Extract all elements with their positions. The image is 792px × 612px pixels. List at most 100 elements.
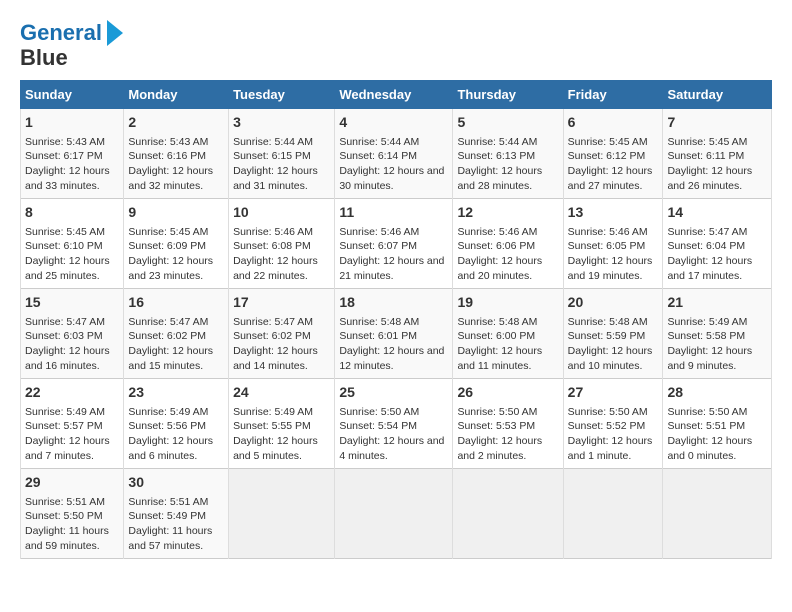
logo-blue: Blue	[20, 46, 123, 70]
cell-info: Sunrise: 5:46 AMSunset: 6:06 PMDaylight:…	[457, 225, 558, 284]
day-number: 18	[339, 293, 448, 313]
header-cell-thursday: Thursday	[453, 81, 563, 109]
day-cell: 20Sunrise: 5:48 AMSunset: 5:59 PMDayligh…	[563, 289, 663, 379]
cell-info: Sunrise: 5:47 AMSunset: 6:02 PMDaylight:…	[233, 315, 330, 374]
logo-arrow-icon	[107, 20, 123, 46]
page-header: General Blue	[20, 20, 772, 70]
day-cell: 28Sunrise: 5:50 AMSunset: 5:51 PMDayligh…	[663, 379, 772, 469]
day-number: 12	[457, 203, 558, 223]
cell-info: Sunrise: 5:50 AMSunset: 5:52 PMDaylight:…	[568, 405, 659, 464]
day-cell: 30Sunrise: 5:51 AMSunset: 5:49 PMDayligh…	[124, 469, 229, 559]
cell-info: Sunrise: 5:45 AMSunset: 6:10 PMDaylight:…	[25, 225, 119, 284]
day-number: 7	[667, 113, 767, 133]
day-cell: 4Sunrise: 5:44 AMSunset: 6:14 PMDaylight…	[335, 109, 453, 199]
day-number: 20	[568, 293, 659, 313]
day-cell: 23Sunrise: 5:49 AMSunset: 5:56 PMDayligh…	[124, 379, 229, 469]
day-number: 23	[128, 383, 224, 403]
day-number: 26	[457, 383, 558, 403]
week-row-3: 15Sunrise: 5:47 AMSunset: 6:03 PMDayligh…	[21, 289, 772, 379]
day-number: 29	[25, 473, 119, 493]
cell-info: Sunrise: 5:49 AMSunset: 5:57 PMDaylight:…	[25, 405, 119, 464]
cell-info: Sunrise: 5:45 AMSunset: 6:11 PMDaylight:…	[667, 135, 767, 194]
header-row: SundayMondayTuesdayWednesdayThursdayFrid…	[21, 81, 772, 109]
day-cell: 21Sunrise: 5:49 AMSunset: 5:58 PMDayligh…	[663, 289, 772, 379]
day-number: 28	[667, 383, 767, 403]
cell-info: Sunrise: 5:49 AMSunset: 5:58 PMDaylight:…	[667, 315, 767, 374]
day-cell: 26Sunrise: 5:50 AMSunset: 5:53 PMDayligh…	[453, 379, 563, 469]
logo-text: General	[20, 21, 102, 45]
day-cell: 15Sunrise: 5:47 AMSunset: 6:03 PMDayligh…	[21, 289, 124, 379]
cell-info: Sunrise: 5:44 AMSunset: 6:14 PMDaylight:…	[339, 135, 448, 194]
header-cell-saturday: Saturday	[663, 81, 772, 109]
cell-info: Sunrise: 5:47 AMSunset: 6:03 PMDaylight:…	[25, 315, 119, 374]
week-row-1: 1Sunrise: 5:43 AMSunset: 6:17 PMDaylight…	[21, 109, 772, 199]
day-cell	[563, 469, 663, 559]
header-cell-wednesday: Wednesday	[335, 81, 453, 109]
day-number: 27	[568, 383, 659, 403]
cell-info: Sunrise: 5:49 AMSunset: 5:56 PMDaylight:…	[128, 405, 224, 464]
calendar-table: SundayMondayTuesdayWednesdayThursdayFrid…	[20, 80, 772, 559]
day-number: 6	[568, 113, 659, 133]
cell-info: Sunrise: 5:43 AMSunset: 6:17 PMDaylight:…	[25, 135, 119, 194]
day-number: 4	[339, 113, 448, 133]
day-number: 30	[128, 473, 224, 493]
day-number: 2	[128, 113, 224, 133]
day-cell: 18Sunrise: 5:48 AMSunset: 6:01 PMDayligh…	[335, 289, 453, 379]
logo: General Blue	[20, 20, 123, 70]
week-row-2: 8Sunrise: 5:45 AMSunset: 6:10 PMDaylight…	[21, 199, 772, 289]
day-cell: 9Sunrise: 5:45 AMSunset: 6:09 PMDaylight…	[124, 199, 229, 289]
day-number: 1	[25, 113, 119, 133]
day-number: 13	[568, 203, 659, 223]
day-number: 8	[25, 203, 119, 223]
cell-info: Sunrise: 5:48 AMSunset: 6:01 PMDaylight:…	[339, 315, 448, 374]
cell-info: Sunrise: 5:50 AMSunset: 5:51 PMDaylight:…	[667, 405, 767, 464]
day-cell: 8Sunrise: 5:45 AMSunset: 6:10 PMDaylight…	[21, 199, 124, 289]
day-cell: 27Sunrise: 5:50 AMSunset: 5:52 PMDayligh…	[563, 379, 663, 469]
day-cell: 5Sunrise: 5:44 AMSunset: 6:13 PMDaylight…	[453, 109, 563, 199]
cell-info: Sunrise: 5:45 AMSunset: 6:09 PMDaylight:…	[128, 225, 224, 284]
logo-general: General	[20, 20, 102, 45]
cell-info: Sunrise: 5:46 AMSunset: 6:07 PMDaylight:…	[339, 225, 448, 284]
cell-info: Sunrise: 5:50 AMSunset: 5:54 PMDaylight:…	[339, 405, 448, 464]
cell-info: Sunrise: 5:47 AMSunset: 6:04 PMDaylight:…	[667, 225, 767, 284]
day-cell: 16Sunrise: 5:47 AMSunset: 6:02 PMDayligh…	[124, 289, 229, 379]
day-number: 15	[25, 293, 119, 313]
cell-info: Sunrise: 5:51 AMSunset: 5:49 PMDaylight:…	[128, 495, 224, 554]
day-number: 19	[457, 293, 558, 313]
day-cell: 6Sunrise: 5:45 AMSunset: 6:12 PMDaylight…	[563, 109, 663, 199]
cell-info: Sunrise: 5:46 AMSunset: 6:08 PMDaylight:…	[233, 225, 330, 284]
day-cell: 29Sunrise: 5:51 AMSunset: 5:50 PMDayligh…	[21, 469, 124, 559]
day-cell: 22Sunrise: 5:49 AMSunset: 5:57 PMDayligh…	[21, 379, 124, 469]
day-number: 24	[233, 383, 330, 403]
day-cell: 1Sunrise: 5:43 AMSunset: 6:17 PMDaylight…	[21, 109, 124, 199]
header-cell-monday: Monday	[124, 81, 229, 109]
cell-info: Sunrise: 5:47 AMSunset: 6:02 PMDaylight:…	[128, 315, 224, 374]
cell-info: Sunrise: 5:43 AMSunset: 6:16 PMDaylight:…	[128, 135, 224, 194]
day-cell	[229, 469, 335, 559]
cell-info: Sunrise: 5:44 AMSunset: 6:15 PMDaylight:…	[233, 135, 330, 194]
day-cell	[663, 469, 772, 559]
day-cell: 13Sunrise: 5:46 AMSunset: 6:05 PMDayligh…	[563, 199, 663, 289]
day-cell: 7Sunrise: 5:45 AMSunset: 6:11 PMDaylight…	[663, 109, 772, 199]
day-number: 17	[233, 293, 330, 313]
week-row-4: 22Sunrise: 5:49 AMSunset: 5:57 PMDayligh…	[21, 379, 772, 469]
day-number: 5	[457, 113, 558, 133]
day-number: 3	[233, 113, 330, 133]
day-cell: 3Sunrise: 5:44 AMSunset: 6:15 PMDaylight…	[229, 109, 335, 199]
week-row-5: 29Sunrise: 5:51 AMSunset: 5:50 PMDayligh…	[21, 469, 772, 559]
day-cell: 19Sunrise: 5:48 AMSunset: 6:00 PMDayligh…	[453, 289, 563, 379]
day-number: 22	[25, 383, 119, 403]
day-number: 21	[667, 293, 767, 313]
cell-info: Sunrise: 5:44 AMSunset: 6:13 PMDaylight:…	[457, 135, 558, 194]
day-cell	[335, 469, 453, 559]
day-cell: 24Sunrise: 5:49 AMSunset: 5:55 PMDayligh…	[229, 379, 335, 469]
cell-info: Sunrise: 5:49 AMSunset: 5:55 PMDaylight:…	[233, 405, 330, 464]
header-cell-sunday: Sunday	[21, 81, 124, 109]
day-number: 16	[128, 293, 224, 313]
day-cell: 10Sunrise: 5:46 AMSunset: 6:08 PMDayligh…	[229, 199, 335, 289]
day-number: 9	[128, 203, 224, 223]
cell-info: Sunrise: 5:50 AMSunset: 5:53 PMDaylight:…	[457, 405, 558, 464]
day-cell: 12Sunrise: 5:46 AMSunset: 6:06 PMDayligh…	[453, 199, 563, 289]
day-number: 10	[233, 203, 330, 223]
day-cell: 25Sunrise: 5:50 AMSunset: 5:54 PMDayligh…	[335, 379, 453, 469]
